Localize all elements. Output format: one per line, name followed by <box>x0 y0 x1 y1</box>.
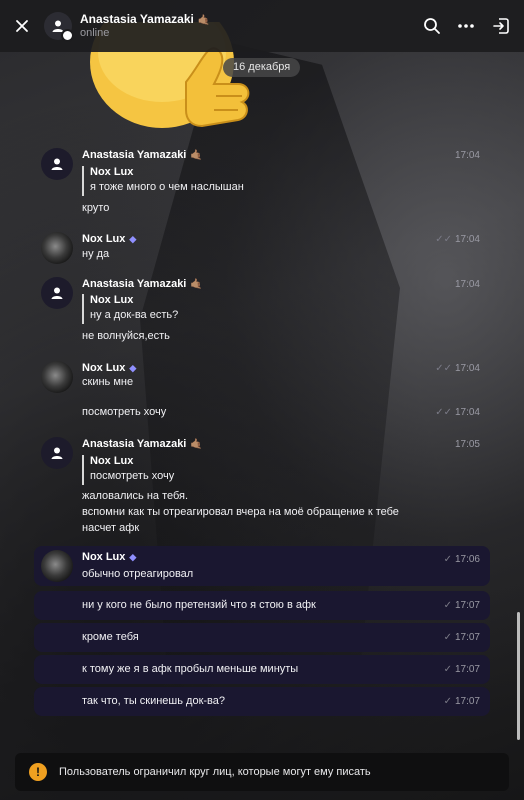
message-time: 17:04 <box>454 407 480 418</box>
author-avatar[interactable] <box>41 361 73 393</box>
message-author[interactable]: Anastasia Yamazaki 🤙🏽 <box>82 278 203 290</box>
read-checks-icon: ✓✓ <box>435 234 452 245</box>
message-text: к тому же я в афк пробыл меньше минуты <box>82 663 299 675</box>
notice-text: Пользователь ограничил круг лиц, которые… <box>59 766 371 778</box>
message[interactable]: ✓✓ 17:04 посмотреть хочу <box>34 402 490 424</box>
more-button[interactable] <box>452 12 480 40</box>
message-time: 17:07 <box>454 632 480 643</box>
reply-quote[interactable]: Nox Lux ну а док-ва есть? <box>82 294 178 324</box>
user-icon <box>51 447 63 459</box>
exit-button[interactable] <box>487 12 515 40</box>
name-emoji: 🤙🏽 <box>190 150 203 161</box>
message-time: 17:04 <box>454 150 480 161</box>
own-message[interactable]: ✓ 17:07 ни у кого не было претензий что … <box>34 591 490 620</box>
contact-name[interactable]: Anastasia Yamazaki 🤙🏽 <box>80 12 210 26</box>
close-button[interactable] <box>8 12 36 40</box>
message-author-text: Nox Lux <box>82 233 126 245</box>
message-time: 17:04 <box>454 279 480 290</box>
quote-author: Nox Lux <box>90 455 134 467</box>
sent-check-icon: ✓ <box>443 664 452 675</box>
message[interactable]: Nox Lux ◆ ✓✓ 17:04 скинь мне <box>34 357 490 393</box>
ninja-badge-icon: ◆ <box>129 363 137 373</box>
message-author[interactable]: Anastasia Yamazaki 🤙🏽 <box>82 149 203 161</box>
message-time: 17:07 <box>454 696 480 707</box>
ninja-badge-icon: ◆ <box>129 552 137 562</box>
name-emoji: 🤙🏽 <box>197 15 211 26</box>
own-message[interactable]: ✓ 17:07 кроме тебя <box>34 623 490 652</box>
message-author-text: Anastasia Yamazaki <box>82 149 187 161</box>
online-indicator <box>61 29 74 42</box>
name-emoji: 🤙🏽 <box>190 439 203 450</box>
sent-check-icon: ✓ <box>443 632 452 643</box>
message-author[interactable]: Nox Lux ◆ <box>82 551 136 563</box>
author-avatar[interactable] <box>41 277 73 309</box>
message-text-line: жаловались на тебя. <box>82 490 189 502</box>
quote-text: посмотреть хочу <box>90 470 175 482</box>
message-text: так что, ты скинешь док-ва? <box>82 695 226 707</box>
search-button[interactable] <box>418 12 446 40</box>
contact-name-text: Anastasia Yamazaki <box>80 12 194 26</box>
quote-author: Nox Lux <box>90 166 134 178</box>
restriction-notice: ! Пользователь ограничил круг лиц, котор… <box>15 753 509 791</box>
message-text: круто <box>82 202 110 214</box>
close-icon <box>16 20 28 32</box>
sent-check-icon: ✓ <box>443 600 452 611</box>
name-emoji: 🤙🏽 <box>190 279 203 290</box>
read-checks-icon: ✓✓ <box>435 363 452 374</box>
ninja-badge-icon: ◆ <box>129 234 137 244</box>
message-author[interactable]: Nox Lux ◆ <box>82 362 136 374</box>
reply-quote[interactable]: Nox Lux посмотреть хочу <box>82 455 174 485</box>
message-text: ни у кого не было претензий что я стою в… <box>82 599 316 611</box>
message-time: 17:04 <box>454 363 480 374</box>
message-text-line: вспомни как ты отреагировал вчера на моё… <box>82 506 399 518</box>
search-icon <box>424 18 440 34</box>
warning-icon: ! <box>29 763 47 781</box>
sent-check-icon: ✓ <box>443 696 452 707</box>
message[interactable]: Anastasia Yamazaki 🤙🏽 17:04 Nox Lux ну а … <box>34 273 490 349</box>
author-avatar[interactable] <box>41 437 73 469</box>
message-text-line: насчет афк <box>82 522 140 534</box>
author-avatar[interactable] <box>41 232 73 264</box>
quote-author: Nox Lux <box>90 294 134 306</box>
message-text: не волнуйся,есть <box>82 330 170 342</box>
message-author-text: Nox Lux <box>82 551 126 563</box>
own-message[interactable]: ✓ 17:07 к тому же я в афк пробыл меньше … <box>34 655 490 684</box>
user-icon <box>51 287 63 299</box>
message-time: 17:04 <box>454 234 480 245</box>
own-message[interactable]: ✓ 17:07 так что, ты скинешь док-ва? <box>34 687 490 716</box>
message-text: обычно отреагировал <box>82 568 194 580</box>
quote-text: я тоже много о чем наслышан <box>90 181 244 193</box>
reply-quote[interactable]: Nox Lux я тоже много о чем наслышан <box>82 166 244 196</box>
message-text: скинь мне <box>82 376 134 388</box>
message-author[interactable]: Anastasia Yamazaki 🤙🏽 <box>82 438 203 450</box>
message-time: 17:07 <box>454 664 480 675</box>
own-message[interactable]: Nox Lux ◆ ✓ 17:06 обычно отреагировал <box>34 546 490 586</box>
author-avatar[interactable] <box>41 550 73 582</box>
message-author-text: Anastasia Yamazaki <box>82 438 187 450</box>
scrollbar[interactable] <box>517 612 520 740</box>
user-icon <box>51 158 63 170</box>
exit-icon <box>493 18 509 34</box>
more-icon <box>458 24 474 28</box>
date-separator: 16 декабря <box>223 58 301 77</box>
message-time: 17:06 <box>454 554 480 565</box>
message-time: 17:05 <box>454 439 480 450</box>
message-text: кроме тебя <box>82 631 139 643</box>
message-author-text: Nox Lux <box>82 362 126 374</box>
message[interactable]: Anastasia Yamazaki 🤙🏽 17:05 Nox Lux посмо… <box>34 433 490 541</box>
message-author[interactable]: Nox Lux ◆ <box>82 233 136 245</box>
message-time: 17:07 <box>454 600 480 611</box>
chat-header: Anastasia Yamazaki 🤙🏽 online <box>0 0 524 52</box>
message-text: ну да <box>82 248 110 260</box>
message-author-text: Anastasia Yamazaki <box>82 278 187 290</box>
quote-text: ну а док-ва есть? <box>90 309 179 321</box>
message[interactable]: Nox Lux ◆ ✓✓ 17:04 ну да <box>34 228 490 264</box>
contact-avatar[interactable] <box>44 12 74 42</box>
read-checks-icon: ✓✓ <box>435 407 452 418</box>
sent-check-icon: ✓ <box>443 554 452 565</box>
contact-status: online <box>80 27 110 39</box>
message-text: посмотреть хочу <box>82 406 167 418</box>
message[interactable]: Anastasia Yamazaki 🤙🏽 17:04 Nox Lux я тож… <box>34 144 490 220</box>
author-avatar[interactable] <box>41 148 73 180</box>
